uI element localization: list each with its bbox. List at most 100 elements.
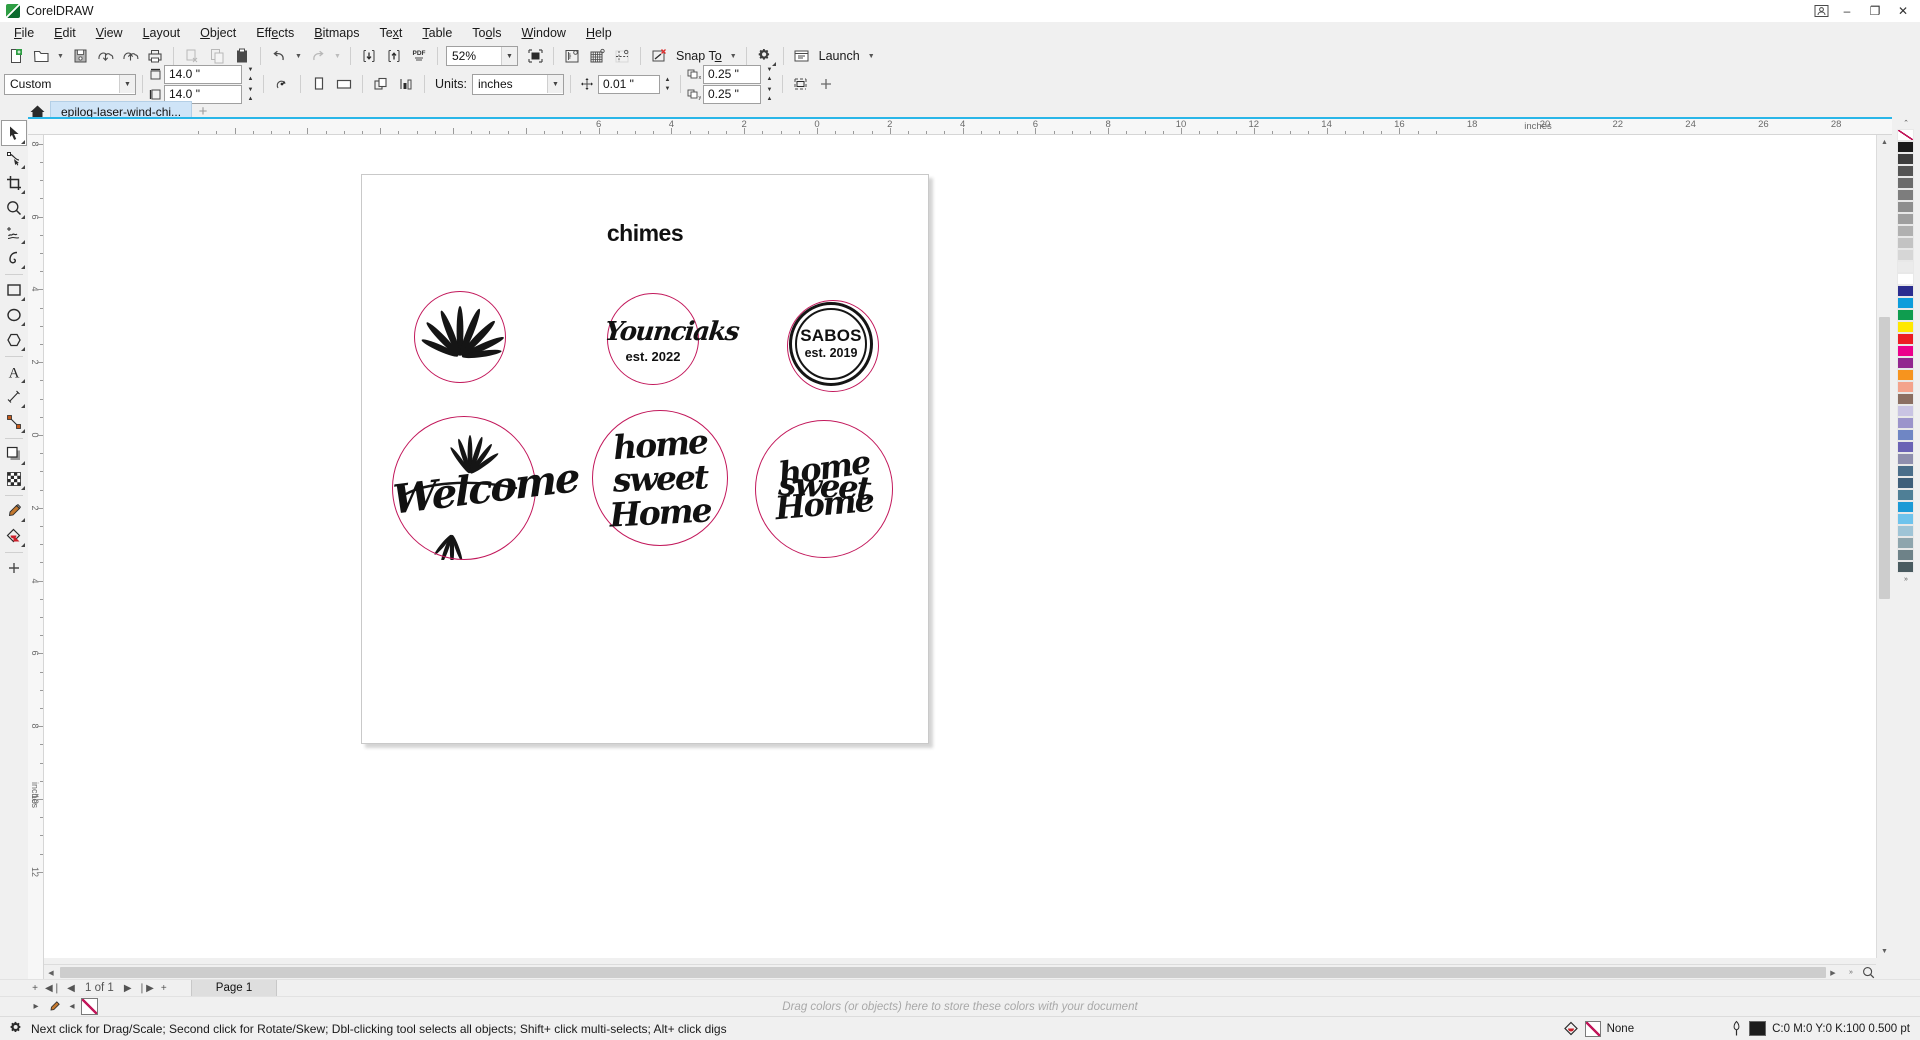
chevron-down-icon[interactable]: ▼ (546, 75, 563, 93)
younciaks-design[interactable]: Younciaks est. 2022 (603, 293, 740, 385)
palette-swatch[interactable] (1897, 453, 1914, 465)
sabos-badge-design[interactable]: SABOS est. 2019 (787, 300, 879, 392)
document-page[interactable]: chimes Younciaks est. 2022 SABOS est. 20… (361, 174, 929, 744)
home-sweet-home-overlap-design[interactable]: home sweet Home (755, 420, 893, 558)
shape-tool[interactable] (2, 146, 26, 170)
publish-pdf-button[interactable]: PDF (407, 45, 431, 67)
page-bleed-button[interactable] (789, 73, 813, 95)
palette-swatch[interactable] (1897, 357, 1914, 369)
zoom-tool[interactable] (2, 196, 26, 220)
portrait-button[interactable] (307, 73, 331, 95)
welcome-design[interactable]: Welcome (392, 416, 579, 560)
duplicate-offset-y-input[interactable]: 0.25 " (702, 84, 761, 104)
chevron-down-icon[interactable]: ▼ (501, 47, 517, 65)
bezier-tool[interactable] (2, 246, 26, 270)
palette-swatch[interactable] (1897, 429, 1914, 441)
duplicate-x-spinner[interactable]: ▼ ▲ (763, 65, 776, 83)
options-button[interactable] (753, 45, 777, 67)
last-page-button[interactable]: ❘▶ (137, 981, 155, 996)
drop-shadow-tool[interactable] (2, 442, 26, 466)
menu-table[interactable]: Table (412, 24, 462, 42)
eyedropper-icon[interactable] (45, 999, 63, 1014)
menu-view[interactable]: View (86, 24, 133, 42)
dimension-tool[interactable] (2, 385, 26, 409)
page-orientation-button[interactable] (270, 73, 294, 95)
palette-swatch[interactable] (1897, 525, 1914, 537)
palette-swatch[interactable] (1897, 225, 1914, 237)
palette-swatch[interactable] (1897, 261, 1914, 273)
show-rulers-button[interactable] (560, 45, 584, 67)
pick-tool[interactable] (1, 120, 27, 146)
next-page-button[interactable]: ▶ (119, 981, 137, 996)
palette-swatch[interactable] (1897, 201, 1914, 213)
apply-to-all-pages-button[interactable] (369, 73, 393, 95)
crop-tool[interactable] (2, 171, 26, 195)
menu-bitmaps[interactable]: Bitmaps (304, 24, 369, 42)
palette-swatch[interactable] (1897, 393, 1914, 405)
palette-expand-arrow-icon[interactable]: ▸ (27, 999, 45, 1014)
horizontal-scrollbar[interactable]: ◀ ▶ » (44, 964, 1876, 980)
palette-swatch[interactable] (1897, 213, 1914, 225)
outline-pen-icon[interactable] (1730, 1020, 1743, 1037)
drawing-canvas[interactable]: chimes Younciaks est. 2022 SABOS est. 20… (44, 135, 1876, 958)
launch-label[interactable]: Launch (815, 49, 864, 63)
restore-button[interactable]: ❐ (1862, 1, 1888, 21)
undo-button[interactable] (267, 45, 291, 67)
undo-dropdown[interactable]: ▼ (292, 45, 305, 67)
palette-swatch[interactable] (1897, 369, 1914, 381)
menu-object[interactable]: Object (190, 24, 246, 42)
palette-expand-icon[interactable]: » (1892, 573, 1920, 585)
connector-tool[interactable] (2, 410, 26, 434)
horizontal-scroll-thumb[interactable] (60, 967, 1826, 978)
palette-swatch[interactable] (1897, 333, 1914, 345)
palette-swatch[interactable] (1897, 321, 1914, 333)
add-page-end-button[interactable]: + (155, 981, 173, 996)
no-color-swatch[interactable] (81, 998, 98, 1015)
vertical-ruler[interactable]: 8 6 4 2 0 2 4 6 8 10 12 inches (28, 135, 44, 980)
freehand-tool[interactable] (2, 221, 26, 245)
zoom-to-fit-icon[interactable] (1860, 965, 1876, 980)
scroll-right-page[interactable]: » (1844, 965, 1858, 980)
menu-file[interactable]: File (4, 24, 44, 42)
palette-swatch[interactable] (1897, 489, 1914, 501)
minimize-button[interactable]: – (1834, 1, 1860, 21)
menu-layout[interactable]: Layout (133, 24, 191, 42)
fullscreen-preview-button[interactable] (523, 45, 547, 67)
palette-swatch-none[interactable] (1897, 129, 1914, 141)
copy-button[interactable] (205, 45, 229, 67)
add-page-start-button[interactable]: + (26, 981, 44, 996)
show-guidelines-button[interactable] (610, 45, 634, 67)
snap-to-label[interactable]: Snap To (672, 49, 726, 63)
menu-help[interactable]: Help (576, 24, 622, 42)
redo-button[interactable] (306, 45, 330, 67)
paste-button[interactable] (230, 45, 254, 67)
palette-swatch[interactable] (1897, 501, 1914, 513)
fill-none-swatch[interactable] (1584, 1020, 1601, 1037)
vertical-scrollbar[interactable]: ▲ ▼ (1876, 135, 1892, 958)
application-launcher-button[interactable] (790, 45, 814, 67)
import-alt-button[interactable] (357, 45, 381, 67)
palette-swatch[interactable] (1897, 249, 1914, 261)
previous-page-button[interactable]: ◀ (62, 981, 80, 996)
nudge-distance-input[interactable]: 0.01 " (597, 74, 660, 94)
add-tool-button[interactable] (2, 556, 26, 580)
vertical-scroll-thumb[interactable] (1879, 317, 1890, 599)
palette-swatch[interactable] (1897, 273, 1914, 285)
export-alt-button[interactable] (382, 45, 406, 67)
zoom-level-combo[interactable]: 52% ▼ (446, 46, 518, 66)
scroll-right-arrow[interactable]: ▶ (1826, 965, 1840, 980)
page-preset-combo[interactable]: Custom ▼ (4, 73, 136, 95)
palette-swatch[interactable] (1897, 345, 1914, 357)
palette-swatch[interactable] (1897, 297, 1914, 309)
duplicate-offset-x-input[interactable]: 0.25 " (702, 64, 761, 84)
palette-swatch[interactable] (1897, 165, 1914, 177)
ellipse-tool[interactable] (2, 303, 26, 327)
launch-dropdown[interactable]: ▼ (865, 45, 878, 67)
chevron-down-icon[interactable]: ▼ (119, 75, 135, 93)
menu-effects[interactable]: Effects (246, 24, 304, 42)
snap-off-button[interactable] (647, 45, 671, 67)
open-document-dropdown[interactable]: ▼ (54, 45, 67, 67)
palette-swatch[interactable] (1897, 285, 1914, 297)
page-tab-page-1[interactable]: Page 1 (190, 979, 278, 997)
duplicate-y-spinner[interactable]: ▼ ▲ (763, 85, 776, 103)
